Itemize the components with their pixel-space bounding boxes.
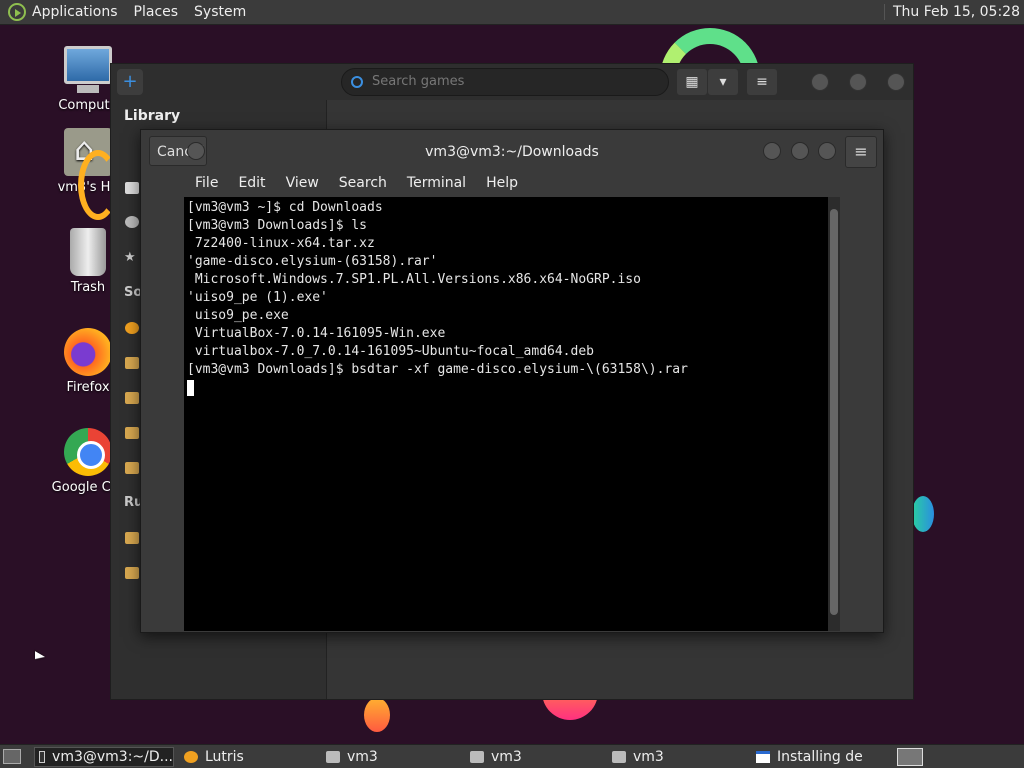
taskbar-item-label: vm3 xyxy=(491,749,522,765)
lutris-close-button[interactable] xyxy=(887,73,905,91)
trash-icon xyxy=(70,228,106,276)
terminal-maximize-button[interactable] xyxy=(791,142,809,160)
menu-logo-icon[interactable] xyxy=(8,3,26,21)
firefox-icon xyxy=(64,328,112,376)
sidebar-item-icon[interactable] xyxy=(125,567,139,579)
panel-clock[interactable]: Thu Feb 15, 05:28 xyxy=(883,4,1020,20)
view-options-dropdown-button[interactable]: ▾ xyxy=(708,69,738,95)
menu-search[interactable]: Search xyxy=(339,175,387,191)
top-panel: Applications Places System Thu Feb 15, 0… xyxy=(0,0,1024,25)
sidebar-item-icon[interactable] xyxy=(125,532,139,544)
menu-view[interactable]: View xyxy=(286,175,319,191)
lutris-maximize-button[interactable] xyxy=(849,73,867,91)
taskbar-item-label: vm3 xyxy=(633,749,664,765)
applications-menu[interactable]: Applications xyxy=(32,4,118,20)
sidebar-item-icon[interactable] xyxy=(125,392,139,404)
menu-terminal[interactable]: Terminal xyxy=(407,175,466,191)
terminal-icon xyxy=(39,751,46,763)
chrome-icon xyxy=(64,428,112,476)
sidebar-item-icon[interactable] xyxy=(125,322,139,334)
terminal-line: 'uiso9_pe (1).exe' xyxy=(187,290,328,305)
workspace-switcher[interactable] xyxy=(897,748,923,766)
terminal-scrollbar[interactable] xyxy=(828,197,840,631)
taskbar-item-label: Installing de xyxy=(777,749,863,765)
menu-help[interactable]: Help xyxy=(486,175,518,191)
taskbar-item-folder[interactable]: vm3 xyxy=(322,747,458,767)
lutris-menu-button[interactable]: ≡ xyxy=(747,69,777,95)
sidebar-item-icon[interactable] xyxy=(125,216,139,228)
search-placeholder: Search games xyxy=(372,74,465,89)
text-cursor xyxy=(187,379,194,396)
terminal-minimize-button[interactable] xyxy=(763,142,781,160)
taskbar-item-label: vm3@vm3:~/D... xyxy=(52,749,173,765)
folder-icon xyxy=(326,751,340,763)
wallpaper-blob xyxy=(912,496,934,532)
menu-edit[interactable]: Edit xyxy=(238,175,265,191)
scrollbar-thumb[interactable] xyxy=(830,209,838,615)
window-menu-button[interactable]: ≡ xyxy=(845,136,877,168)
installer-icon xyxy=(756,751,770,763)
computer-icon xyxy=(64,46,112,93)
sidebar-item-icon[interactable] xyxy=(125,427,139,439)
lutris-icon xyxy=(184,751,198,763)
search-icon xyxy=(351,76,363,88)
terminal-line: VirtualBox-7.0.14-161095-Win.exe xyxy=(187,326,446,341)
lutris-headerbar: + Search games ▦ ▾ ≡ xyxy=(111,64,913,100)
taskbar-item-lutris[interactable]: Lutris xyxy=(180,747,316,767)
taskbar-item-terminal[interactable]: vm3@vm3:~/D... xyxy=(34,747,174,767)
sidebar-item-icon[interactable] xyxy=(125,357,139,369)
folder-icon xyxy=(612,751,626,763)
terminal-line: [vm3@vm3 Downloads]$ ls xyxy=(187,218,368,233)
folder-icon xyxy=(470,751,484,763)
system-menu[interactable]: System xyxy=(194,4,246,20)
taskbar-item-folder[interactable]: vm3 xyxy=(608,747,744,767)
terminal-line: 7z2400-linux-x64.tar.xz xyxy=(187,236,375,251)
terminal-window: Cancel vm3@vm3:~/Downloads ≡ File Edit V… xyxy=(140,129,884,633)
add-game-button[interactable]: + xyxy=(117,69,143,95)
menu-file[interactable]: File xyxy=(195,175,218,191)
taskbar-item-folder[interactable]: vm3 xyxy=(466,747,602,767)
show-desktop-button[interactable] xyxy=(3,749,21,764)
taskbar-item-installer[interactable]: Installing de xyxy=(752,747,888,767)
search-games-input[interactable]: Search games xyxy=(341,68,669,96)
taskbar-item-label: Lutris xyxy=(205,749,244,765)
lutris-minimize-button[interactable] xyxy=(811,73,829,91)
places-menu[interactable]: Places xyxy=(134,4,179,20)
wallpaper-blob xyxy=(364,698,390,732)
terminal-line: [vm3@vm3 ~]$ cd Downloads xyxy=(187,200,383,215)
mouse-pointer-icon xyxy=(35,651,45,665)
bottom-taskbar: vm3@vm3:~/D... Lutris vm3 vm3 vm3 Instal… xyxy=(0,744,1024,768)
library-heading: Library xyxy=(124,108,181,124)
star-icon[interactable]: ★ xyxy=(124,250,136,265)
terminal-line: Microsoft.Windows.7.SP1.PL.All.Versions.… xyxy=(187,272,641,287)
sidebar-item-icon[interactable] xyxy=(125,182,139,194)
terminal-line: virtualbox-7.0_7.0.14-161095~Ubuntu~foca… xyxy=(187,344,594,359)
terminal-line: 'game-disco.elysium-(63158).rar' xyxy=(187,254,438,269)
sidebar-item-icon[interactable] xyxy=(125,462,139,474)
terminal-line: uiso9_pe.exe xyxy=(187,308,289,323)
grid-view-button[interactable]: ▦ xyxy=(677,69,707,95)
terminal-line: [vm3@vm3 Downloads]$ bsdtar -xf game-dis… xyxy=(187,362,688,377)
terminal-close-button[interactable] xyxy=(818,142,836,160)
taskbar-item-label: vm3 xyxy=(347,749,378,765)
terminal-screen[interactable]: [vm3@vm3 ~]$ cd Downloads [vm3@vm3 Downlo… xyxy=(184,197,828,631)
terminal-menubar: File Edit View Search Terminal Help xyxy=(183,170,839,196)
